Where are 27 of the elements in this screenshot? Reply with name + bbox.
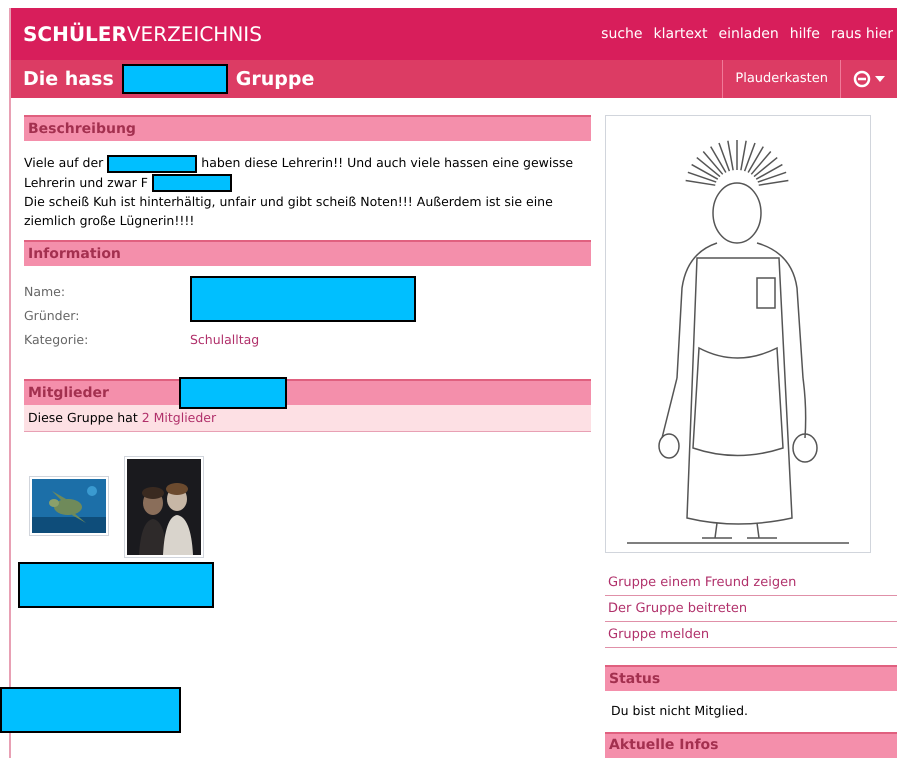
site-logo: SCHÜLERVERZEICHNIS [23, 21, 262, 48]
nav-link[interactable]: klartext [654, 24, 708, 44]
action-link[interactable]: Gruppe melden [605, 622, 897, 648]
action-link[interactable]: Gruppe einem Freund zeigen [605, 570, 897, 596]
action-link[interactable]: Der Gruppe beitreten [605, 596, 897, 622]
info-label: Gründer: [24, 307, 80, 326]
nav-link[interactable]: suche [601, 24, 643, 44]
section-header: Status [605, 665, 897, 691]
section-header: Beschreibung [24, 115, 591, 141]
description-text: Die scheiß Kuh ist hinterhältig, unfair und gibt scheiß Noten!!! Außerdem ist sie eine ziemlich große Lügnerin!!!! [24, 193, 554, 230]
chat-link[interactable]: Plauderkasten [722, 60, 840, 98]
status-text: Du bist nicht Mitglied. [610, 702, 750, 720]
members-link[interactable]: 2 Mitglieder [142, 408, 216, 428]
section-header: Information [24, 240, 591, 266]
section-header: Aktuelle Infos [605, 732, 897, 758]
group-title: Gruppe [236, 66, 314, 92]
nav-link[interactable]: hilfe [790, 24, 820, 44]
nav-link[interactable]: raus hier [830, 24, 893, 44]
group-title: Die hass [23, 66, 114, 92]
description-text: Viele auf der haben diese Lehrerin!! Und auch viele hassen eine gewisse Lehrerin und zwar F [24, 153, 591, 192]
info-label: Name: [24, 283, 66, 302]
member-count-text: Diese Gruppe hat [28, 408, 139, 427]
info-label: Kategorie: [24, 331, 90, 350]
minus-circle-icon[interactable] [853, 70, 871, 88]
nav-link[interactable]: einladen [718, 24, 779, 44]
caret-icon[interactable] [875, 76, 885, 82]
category-link[interactable]: Schulalltag [190, 330, 416, 350]
